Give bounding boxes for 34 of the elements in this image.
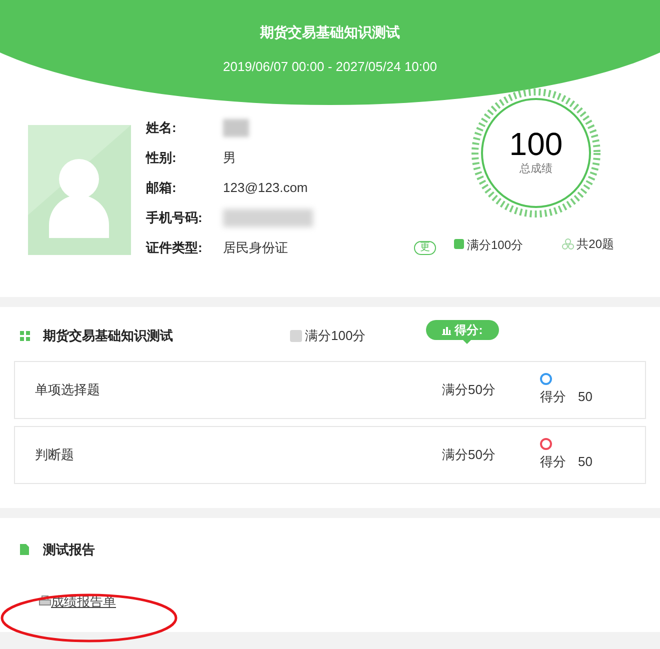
grid-icon	[20, 331, 30, 341]
score-value: 50	[578, 388, 592, 406]
field-value: 居民身份证	[223, 238, 288, 257]
avatar-icon	[28, 124, 131, 254]
exam-title: 期货交易基础知识测试	[260, 23, 400, 42]
field-label: 证件类型:	[146, 238, 204, 257]
field-value: 男	[223, 148, 236, 167]
score-label: 得分	[540, 453, 566, 472]
section-title: 期货交易基础知识测试	[43, 327, 173, 346]
section-title: 测试报告	[43, 541, 95, 559]
total-score-label: 总成绩	[520, 162, 552, 178]
field-label: 邮箱:	[146, 178, 178, 197]
full-score: 满分100分	[467, 236, 524, 252]
exam-period: 2019/06/07 00:00 - 2027/05/24 10:00	[223, 58, 437, 76]
total-score: 100	[509, 127, 563, 162]
field-label: 手机号码:	[146, 208, 204, 227]
score-icon	[290, 330, 302, 342]
score-value: 50	[578, 453, 592, 472]
full-score: 满分100分	[305, 327, 366, 346]
bar-chart-icon	[442, 326, 451, 334]
type-full-score: 满分50分	[442, 381, 496, 400]
type-full-score: 满分50分	[442, 446, 496, 464]
question-type: 判断题	[35, 446, 75, 464]
field-value: 123@123.com	[223, 178, 308, 197]
printer-icon	[39, 595, 51, 608]
clover-icon	[562, 238, 574, 250]
question-type: 单项选择题	[35, 381, 101, 400]
question-count: 共20题	[576, 236, 614, 252]
document-icon	[20, 544, 29, 556]
field-label: 性别:	[146, 148, 178, 167]
score-label: 得分	[540, 388, 566, 406]
field-label: 姓名:	[146, 118, 178, 137]
score-icon	[454, 238, 464, 248]
blurred-value	[223, 118, 249, 136]
